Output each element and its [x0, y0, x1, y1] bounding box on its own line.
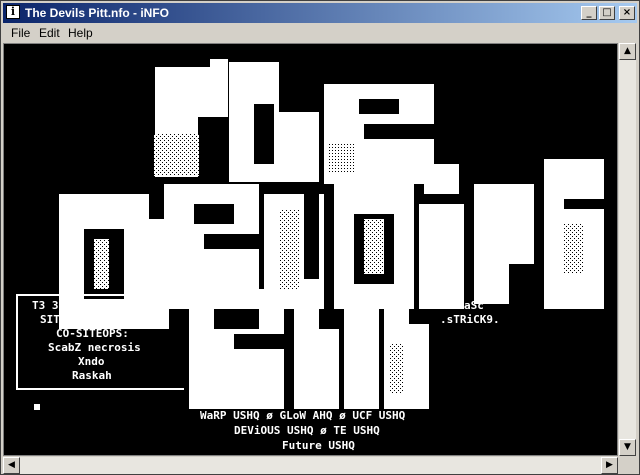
menu-file[interactable]: File [11, 26, 30, 40]
co-siteop-raskah: Raskah [72, 369, 112, 382]
size-grip[interactable] [619, 457, 636, 474]
scroll-up-button[interactable]: ▲ [619, 43, 636, 60]
scroll-down-button[interactable]: ▼ [619, 439, 636, 456]
word-the [153, 57, 434, 184]
site-op: SITEOP: HSOBIC [40, 313, 133, 326]
site-specs: T3 34GB 0day/ISO [32, 299, 138, 312]
minimize-button[interactable]: _ [581, 6, 597, 20]
menu-edit[interactable]: Edit [39, 26, 60, 40]
menu-bar: File Edit Help [3, 24, 637, 42]
co-siteops-names: ScabZ necrosis [48, 341, 141, 354]
ascii-block [34, 404, 40, 410]
info-icon: i [6, 5, 20, 19]
close-button[interactable]: × [619, 6, 635, 20]
vertical-scrollbar[interactable]: ▲ ▼ [619, 43, 636, 456]
horizontal-scrollbar[interactable]: ◀ ▶ [3, 457, 618, 474]
title-bar[interactable]: i The Devils Pitt.nfo - iNFO _ □ × [3, 3, 637, 23]
co-siteops-label: CO-SITEOPS: [56, 327, 129, 340]
affils-line-1: WaRP USHQ ø GLoW AHQ ø UCF USHQ [200, 409, 406, 422]
word-pitt [189, 289, 429, 409]
nfo-text-area[interactable]: T3 34GB 0day/ISO SITEOP: HSOBIC CO-SITEO… [3, 43, 618, 456]
co-siteop-xndo: Xndo [78, 355, 105, 368]
credit-asc: aSc [464, 299, 484, 312]
credit-strick9: .sTRiCK9. [440, 313, 500, 326]
ascii-art-logo [59, 57, 604, 409]
window-title: The Devils Pitt.nfo - iNFO [25, 6, 170, 20]
scroll-right-button[interactable]: ▶ [601, 457, 618, 474]
nfo-viewer-window: i The Devils Pitt.nfo - iNFO _ □ × File … [0, 0, 640, 475]
menu-help[interactable]: Help [68, 26, 93, 40]
scroll-left-button[interactable]: ◀ [3, 457, 20, 474]
maximize-button[interactable]: □ [599, 6, 615, 20]
affils-line-3: Future USHQ [282, 439, 355, 452]
affils-line-2: DEViOUS USHQ ø TE USHQ [234, 424, 380, 437]
